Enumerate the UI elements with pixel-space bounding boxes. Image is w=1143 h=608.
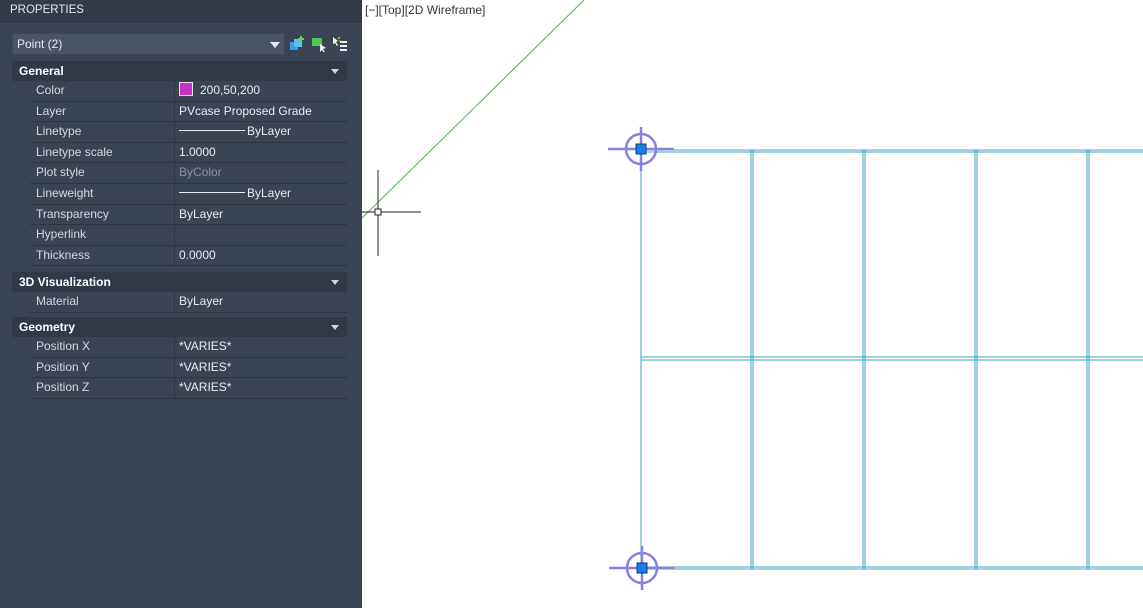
viewport-controls-label[interactable]: [−][Top][2D Wireframe] — [365, 3, 485, 17]
palette-title: PROPERTIES — [0, 0, 362, 22]
property-name: Hyperlink — [30, 225, 175, 245]
linetype-preview — [179, 130, 245, 132]
property-name: Material — [30, 292, 175, 312]
property-value[interactable]: *VARIES* — [179, 378, 347, 398]
property-value: ByColor — [179, 165, 222, 180]
property-name: Thickness — [30, 245, 175, 266]
property-value[interactable]: 0.0000 — [179, 246, 347, 266]
select-objects-icon[interactable] — [311, 36, 327, 52]
toggle-pickadd-icon[interactable] — [332, 36, 348, 52]
lineweight-value-text: ByLayer — [247, 186, 292, 200]
point-marker-bottom[interactable] — [609, 546, 675, 590]
property-value[interactable]: ByLayer — [179, 205, 347, 225]
grip-handle[interactable] — [636, 562, 648, 574]
property-name: Layer — [30, 101, 175, 122]
property-row-position-y[interactable]: Position Y *VARIES* — [30, 357, 347, 379]
color-swatch — [179, 82, 193, 96]
property-row-thickness[interactable]: Thickness 0.0000 — [30, 245, 347, 267]
lineweight-preview — [179, 192, 245, 193]
drawing-canvas[interactable] — [362, 0, 1143, 608]
grip-handle[interactable] — [635, 143, 647, 155]
point-marker-top[interactable] — [608, 127, 674, 171]
object-type-value: Point (2) — [17, 37, 63, 51]
collapse-caret-icon[interactable] — [331, 280, 339, 285]
property-value[interactable]: 1.0000 — [179, 143, 347, 163]
property-value[interactable]: PVcase Proposed Grade — [179, 102, 347, 122]
construction-line[interactable] — [362, 0, 585, 219]
property-row-position-x[interactable]: Position X *VARIES* — [30, 337, 347, 358]
property-row-lineweight[interactable]: Lineweight ByLayer — [30, 184, 347, 205]
property-name: Position Y — [30, 357, 175, 378]
property-name: Transparency — [30, 204, 175, 225]
color-value-text: 200,50,200 — [200, 83, 261, 97]
property-name: Lineweight — [30, 184, 175, 204]
property-row-color[interactable]: Color 200,50,200 — [30, 81, 347, 102]
property-value[interactable]: ByLayer — [179, 122, 347, 142]
object-type-dropdown[interactable]: Point (2) — [12, 33, 285, 55]
quick-select-icon[interactable] — [289, 36, 305, 52]
property-value[interactable]: ByLayer — [179, 184, 347, 204]
crosshair-cursor — [362, 170, 421, 256]
property-row-material[interactable]: Material ByLayer — [30, 292, 347, 313]
property-row-transparency[interactable]: Transparency ByLayer — [30, 204, 347, 226]
drawing-viewport[interactable]: [−][Top][2D Wireframe] — [362, 0, 1143, 608]
property-value[interactable]: *VARIES* — [179, 337, 347, 357]
property-value[interactable]: 200,50,200 — [179, 81, 347, 101]
property-name: Position X — [30, 337, 175, 357]
property-row-layer[interactable]: Layer PVcase Proposed Grade — [30, 101, 347, 123]
property-name: Position Z — [30, 378, 175, 398]
collapse-caret-icon[interactable] — [331, 325, 339, 330]
section-geometry-title: Geometry — [19, 320, 76, 334]
section-3d-visualization-title: 3D Visualization — [19, 275, 111, 289]
property-row-position-z[interactable]: Position Z *VARIES* — [30, 378, 347, 399]
property-row-plot-style[interactable]: Plot style ByColor — [30, 163, 347, 184]
property-name: Color — [30, 81, 175, 101]
panel-grid[interactable] — [640, 149, 1143, 570]
section-geometry[interactable]: Geometry — [12, 317, 347, 337]
property-value[interactable]: *VARIES* — [179, 358, 347, 378]
property-name: Plot style — [30, 163, 175, 183]
property-value[interactable]: ByLayer — [179, 292, 347, 312]
property-value[interactable] — [179, 225, 347, 245]
linetype-value-text: ByLayer — [247, 124, 292, 139]
property-row-linetype[interactable]: Linetype ByLayer — [30, 122, 347, 143]
section-3d-visualization[interactable]: 3D Visualization — [12, 272, 347, 292]
section-general-title: General — [19, 64, 64, 78]
chevron-down-icon[interactable] — [270, 42, 280, 48]
property-row-linetype-scale[interactable]: Linetype scale 1.0000 — [30, 142, 347, 164]
property-row-hyperlink[interactable]: Hyperlink — [30, 225, 347, 246]
section-general[interactable]: General — [12, 61, 347, 81]
properties-palette: PROPERTIES Point (2) General Color 200,5… — [0, 0, 362, 608]
property-name: Linetype scale — [30, 142, 175, 163]
property-name: Linetype — [30, 122, 175, 142]
collapse-caret-icon[interactable] — [331, 69, 339, 74]
